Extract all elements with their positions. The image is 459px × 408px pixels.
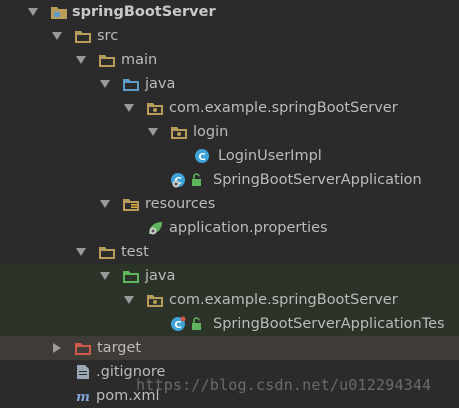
src-label: src [97, 28, 119, 44]
test-java-label: java [145, 268, 176, 284]
tree-row-test-package[interactable]: com.example.springBootServer [0, 288, 459, 312]
tree-row-app-properties[interactable]: application.properties [0, 216, 459, 240]
folder-icon [75, 31, 91, 43]
tree-row-main-package[interactable]: com.example.springBootServer [0, 96, 459, 120]
folder-icon [99, 247, 115, 259]
expand-arrow-icon[interactable] [76, 56, 86, 64]
excluded-folder-icon [75, 343, 91, 355]
source-folder-icon [123, 79, 139, 91]
app-class-label: SpringBootServerApplication [213, 172, 422, 188]
tree-row-login-user-impl[interactable]: C LoginUserImpl [0, 144, 459, 168]
resources-folder-icon [123, 199, 139, 211]
class-icon: C [195, 149, 209, 163]
tree-row-login[interactable]: login [0, 120, 459, 144]
resources-label: resources [145, 196, 216, 212]
expand-arrow-icon[interactable] [28, 8, 38, 16]
project-name-label: springBootServer [72, 4, 216, 20]
tree-row-main-java[interactable]: java [0, 72, 459, 96]
tree-row-main[interactable]: main [0, 48, 459, 72]
app-test-class-label: SpringBootServerApplicationTes [213, 316, 445, 332]
package-icon [147, 295, 163, 307]
tree-row-target[interactable]: target [0, 336, 459, 360]
main-label: main [121, 52, 158, 68]
tree-row-app-test-class[interactable]: C SpringBootServerApplicationTes [0, 312, 459, 336]
expand-arrow-icon[interactable] [76, 248, 86, 256]
expand-arrow-icon[interactable] [124, 104, 134, 112]
main-java-label: java [145, 76, 176, 92]
folder-icon [99, 55, 115, 67]
tree-row-project[interactable]: springBootServer [0, 0, 459, 24]
tree-row-resources[interactable]: resources [0, 192, 459, 216]
collapse-arrow-icon[interactable] [53, 343, 61, 353]
test-source-folder-icon [123, 271, 139, 283]
tree-row-src[interactable]: src [0, 24, 459, 48]
tree-row-test-java[interactable]: java [0, 264, 459, 288]
package-icon [171, 127, 187, 139]
spring-boot-class-icon: C [171, 173, 185, 188]
test-package-label: com.example.springBootServer [169, 292, 398, 308]
test-label: test [121, 244, 149, 260]
svg-text:C: C [174, 320, 181, 331]
expand-arrow-icon[interactable] [100, 200, 110, 208]
svg-text:C: C [198, 152, 205, 163]
expand-arrow-icon[interactable] [100, 80, 110, 88]
expand-arrow-icon[interactable] [52, 32, 62, 40]
tree-row-app-class[interactable]: C SpringBootServerApplication [0, 168, 459, 192]
expand-arrow-icon[interactable] [100, 272, 110, 280]
expand-arrow-icon[interactable] [148, 128, 158, 136]
text-file-icon [77, 365, 89, 379]
app-properties-label: application.properties [169, 220, 328, 236]
test-class-icon: C [171, 316, 186, 331]
login-label: login [193, 124, 229, 140]
lock-icon [192, 173, 201, 186]
watermark-text: https://blog.csdn.net/u012294344 [136, 376, 432, 394]
lock-icon [192, 317, 201, 330]
package-icon [147, 103, 163, 115]
tree-row-test[interactable]: test [0, 240, 459, 264]
svg-text:m: m [76, 390, 90, 404]
main-package-label: com.example.springBootServer [169, 100, 398, 116]
maven-icon: m [76, 390, 90, 404]
login-user-impl-label: LoginUserImpl [218, 148, 322, 164]
expand-arrow-icon[interactable] [124, 296, 134, 304]
spring-properties-icon [149, 222, 162, 235]
target-label: target [97, 340, 142, 356]
project-folder-icon [51, 7, 67, 19]
